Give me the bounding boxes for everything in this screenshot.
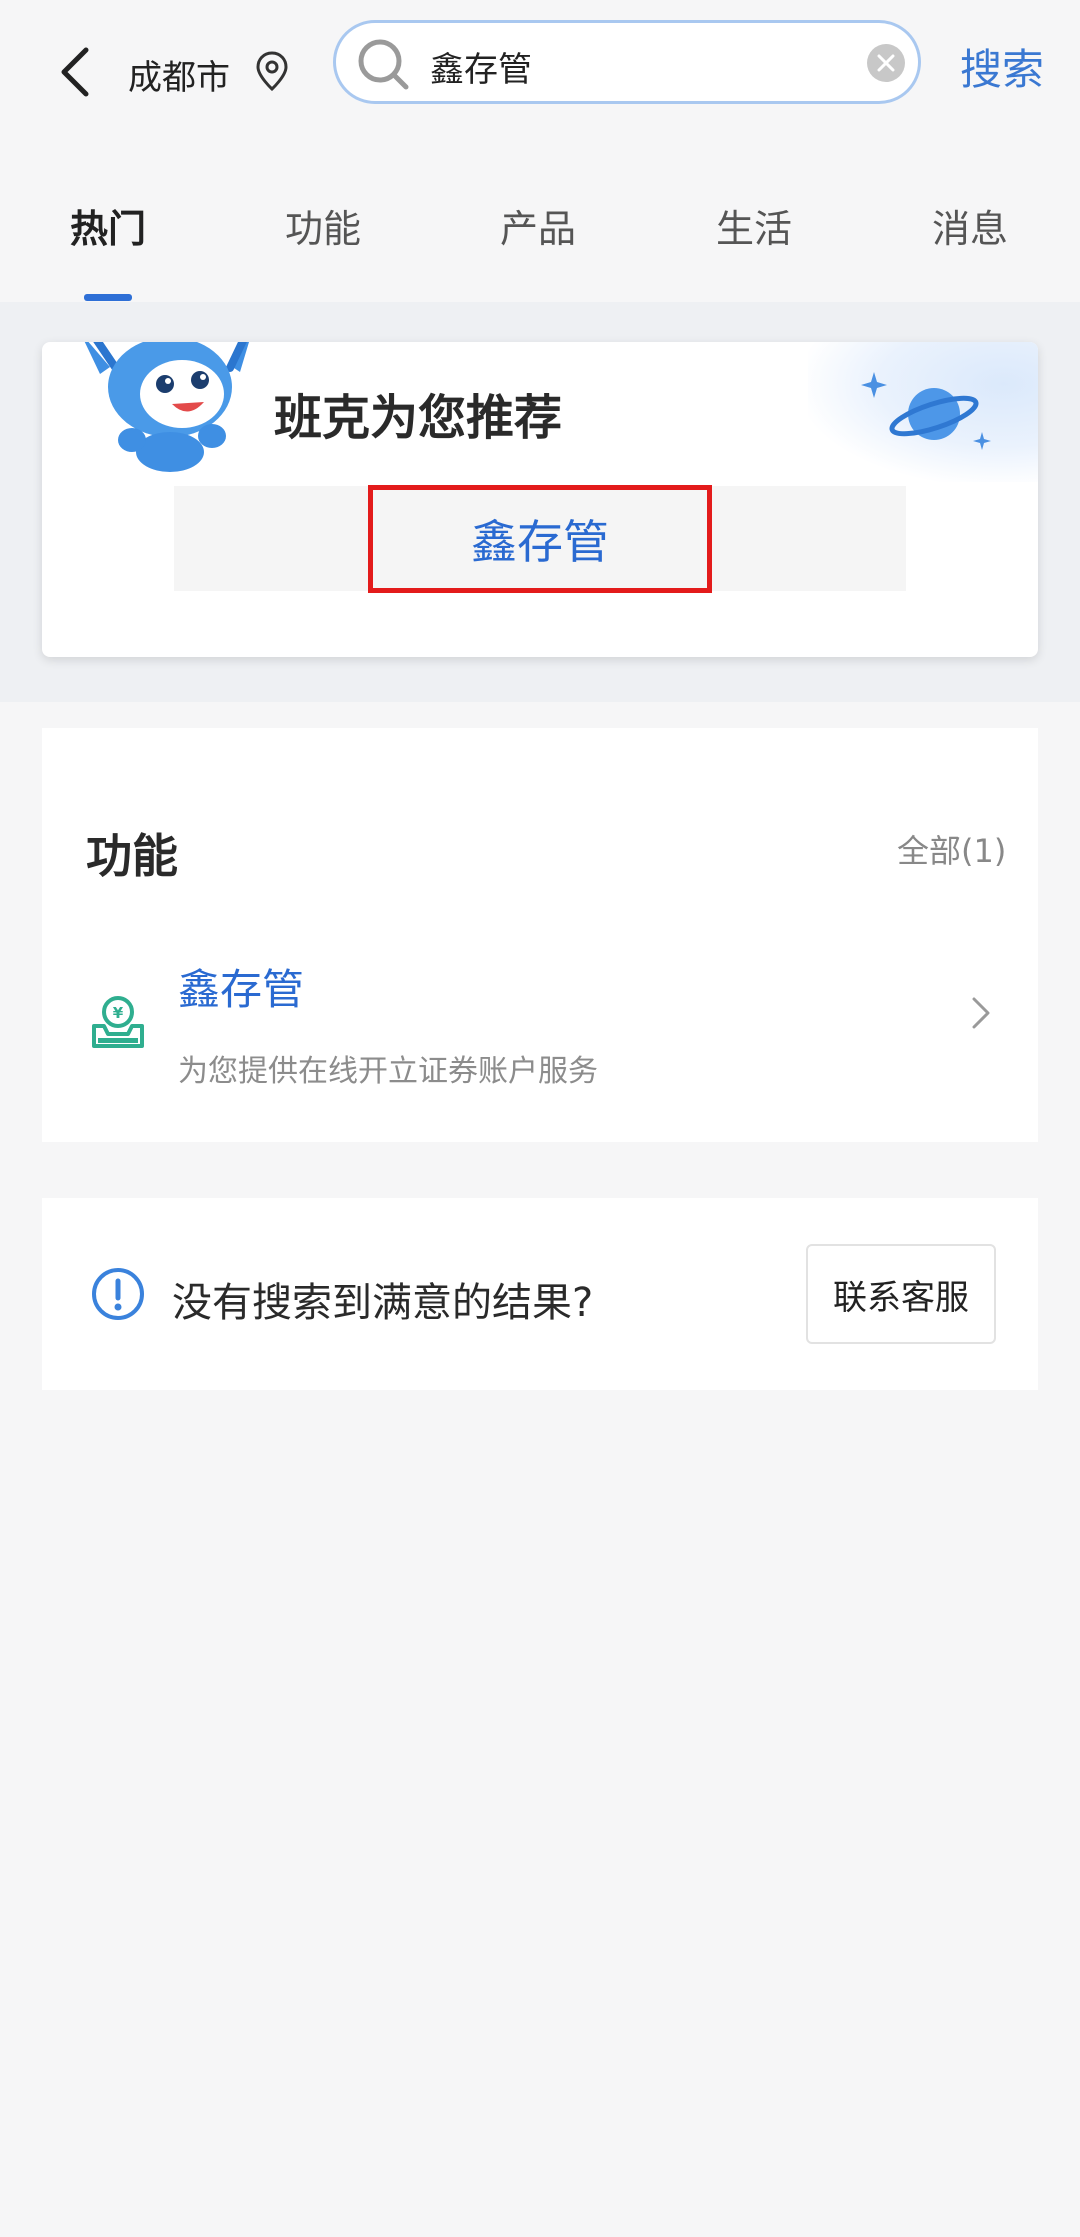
- no-result-text: 没有搜索到满意的结果?: [172, 1280, 594, 1326]
- tab-product[interactable]: 产品: [478, 198, 598, 253]
- contact-service-button[interactable]: 联系客服: [806, 1244, 996, 1344]
- no-result-feedback: 没有搜索到满意的结果? 联系客服: [42, 1198, 1038, 1390]
- function-item-name[interactable]: 鑫存管: [178, 956, 304, 1017]
- recommendation-title: 班克为您推荐: [274, 390, 563, 446]
- chevron-right-icon[interactable]: [968, 993, 994, 1033]
- svg-text:¥: ¥: [113, 1004, 124, 1022]
- search-button[interactable]: 搜索: [960, 36, 1044, 97]
- close-icon: [877, 54, 895, 72]
- search-box[interactable]: 鑫存管: [333, 20, 921, 104]
- back-arrow-icon[interactable]: [50, 42, 100, 102]
- active-tab-indicator: [84, 294, 132, 301]
- view-all-link[interactable]: 全部(1): [897, 826, 1006, 872]
- function-section: 功能 全部(1) ¥ 鑫存管 为您提供在线开立证券账户服务: [42, 728, 1038, 1142]
- city-selector[interactable]: 成都市: [128, 50, 230, 99]
- section-title: 功能: [86, 829, 178, 883]
- recommendation-card: 班克为您推荐 鑫存管: [42, 342, 1038, 657]
- search-icon: [358, 39, 409, 90]
- tab-hot[interactable]: 热门: [48, 198, 168, 253]
- location-pin-icon[interactable]: [254, 50, 290, 92]
- yuan-deposit-icon: ¥: [92, 996, 144, 1048]
- function-item-description: 为您提供在线开立证券账户服务: [178, 1054, 598, 1089]
- tab-message[interactable]: 消息: [910, 198, 1030, 253]
- mascot-icon: [84, 342, 249, 472]
- planet-icon: [861, 372, 991, 450]
- tab-life[interactable]: 生活: [694, 198, 814, 253]
- clear-icon[interactable]: [867, 44, 905, 82]
- info-icon: [92, 1268, 144, 1320]
- recommendation-item-button[interactable]: 鑫存管: [368, 485, 712, 593]
- tab-function[interactable]: 功能: [263, 198, 383, 253]
- search-input-value[interactable]: 鑫存管: [430, 42, 532, 91]
